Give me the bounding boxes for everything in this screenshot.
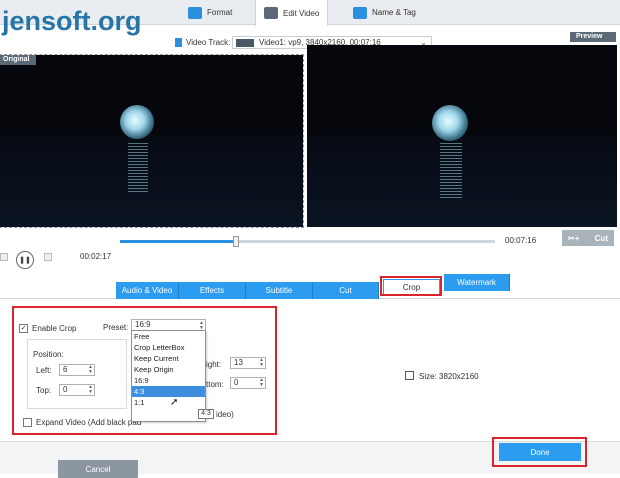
size-label: Size: bbox=[419, 372, 437, 381]
left-value: 6 bbox=[63, 365, 68, 374]
bottom-label: ttom: bbox=[206, 380, 224, 389]
moon bbox=[120, 105, 154, 139]
top-value: 0 bbox=[63, 385, 68, 394]
pause-icon: ❚❚ bbox=[19, 257, 31, 264]
enable-crop-row: ✓ Enable Crop bbox=[19, 324, 76, 333]
left-side-controls bbox=[0, 253, 8, 261]
preset-option[interactable]: 16:9 bbox=[132, 375, 205, 386]
preset-value: 16:9 bbox=[135, 320, 151, 329]
left-label: Left: bbox=[36, 366, 52, 375]
original-video-pane bbox=[0, 54, 304, 228]
cut-button-label: Cut bbox=[594, 233, 608, 243]
enable-crop-label: Enable Crop bbox=[32, 324, 77, 333]
bottom-input[interactable]: 0 ▲ ▼ bbox=[230, 377, 266, 389]
preset-option[interactable]: Keep Current bbox=[132, 353, 205, 364]
preset-label: Preset: bbox=[103, 323, 129, 332]
moon bbox=[432, 105, 468, 141]
preset-option-selected[interactable]: 4:3 bbox=[132, 386, 205, 397]
spinner-icon[interactable]: ▲ ▼ bbox=[88, 385, 93, 395]
tab-name-tag-label: Name & Tag bbox=[372, 8, 416, 17]
video-track-row: Video Track: bbox=[175, 38, 230, 47]
expand-video-row: Expand Video (Add black pad bbox=[23, 418, 141, 427]
total-time: 00:07:16 bbox=[505, 236, 537, 245]
crop-tab-highlight bbox=[380, 276, 442, 296]
tab-cut[interactable]: Cut bbox=[313, 282, 379, 299]
preset-option[interactable]: 1:1 bbox=[132, 397, 205, 408]
spinner-icon[interactable]: ▲ ▼ bbox=[259, 358, 264, 368]
sea-surface bbox=[0, 135, 303, 227]
preset-option[interactable]: Free bbox=[132, 331, 205, 342]
bottom-value: 0 bbox=[234, 378, 239, 387]
moon-reflection bbox=[440, 143, 462, 198]
height-input[interactable]: 13 ▲ ▼ bbox=[230, 357, 266, 369]
seek-handle[interactable] bbox=[233, 236, 240, 247]
preview-label: Preview bbox=[570, 32, 616, 42]
tab-audio-video[interactable]: Audio & Video bbox=[116, 282, 179, 299]
resize-icon bbox=[405, 371, 414, 380]
expand-video-label-tail: ideo) bbox=[216, 410, 234, 419]
format-icon bbox=[188, 6, 202, 19]
pause-button[interactable]: ❚❚ bbox=[16, 251, 34, 269]
tab-edit-video-label: Edit Video bbox=[283, 8, 320, 18]
top-input[interactable]: 0 ▲ ▼ bbox=[59, 384, 95, 396]
watermark-logo: jensoft.org bbox=[2, 6, 142, 36]
side-icon-right bbox=[44, 253, 52, 261]
cut-button[interactable]: ✂+ Cut bbox=[562, 230, 614, 246]
cancel-button[interactable]: Cancel bbox=[58, 460, 138, 478]
spinner-icon[interactable]: ▲ ▼ bbox=[259, 378, 264, 388]
left-input[interactable]: 6 ▲ ▼ bbox=[59, 364, 95, 376]
position-label: Position: bbox=[33, 350, 64, 359]
preset-dropdown-list: Free Crop LetterBox Keep Current Keep Or… bbox=[131, 330, 206, 422]
tab-edit-video[interactable]: Edit Video bbox=[255, 0, 329, 26]
height-value: 13 bbox=[234, 358, 243, 367]
top-label: Top: bbox=[36, 386, 52, 395]
preset-option[interactable]: Crop LetterBox bbox=[132, 342, 205, 353]
frame-back-icon[interactable] bbox=[0, 253, 8, 261]
tab-name-tag[interactable]: Name & Tag bbox=[345, 0, 424, 25]
option-tooltip: 4:3 bbox=[198, 409, 214, 419]
expand-video-label: Expand Video (Add black pad bbox=[36, 418, 142, 427]
seek-progress bbox=[120, 240, 237, 243]
video-track-icon bbox=[175, 38, 182, 47]
name-tag-icon bbox=[353, 6, 367, 19]
scissors-icon: ✂+ bbox=[568, 233, 580, 243]
spinner-icon[interactable]: ▲ ▼ bbox=[88, 365, 93, 375]
edit-video-icon bbox=[264, 7, 278, 19]
track-thumbnail bbox=[236, 39, 254, 47]
moon-reflection bbox=[128, 143, 148, 193]
height-label: ight: bbox=[206, 360, 222, 369]
current-time: 00:02:17 bbox=[80, 252, 112, 261]
expand-video-checkbox[interactable] bbox=[23, 418, 32, 427]
mouse-cursor-icon: ➚ bbox=[170, 397, 179, 408]
preset-option[interactable]: Keep Origin bbox=[132, 364, 205, 375]
tab-effects[interactable]: Effects bbox=[179, 282, 246, 299]
tab-format[interactable]: Format bbox=[180, 0, 240, 25]
original-label: Original bbox=[0, 55, 36, 65]
tab-format-label: Format bbox=[207, 8, 233, 17]
preview-video-pane bbox=[307, 45, 617, 227]
size-value: 3820x2160 bbox=[439, 372, 479, 381]
sea-surface bbox=[307, 135, 617, 227]
frame-forward-icon[interactable] bbox=[44, 253, 52, 261]
tab-watermark[interactable]: Watermark bbox=[444, 274, 510, 291]
enable-crop-checkbox[interactable]: ✓ bbox=[19, 324, 28, 333]
tab-subtitle[interactable]: Subtitle bbox=[246, 282, 313, 299]
video-track-label: Video Track: bbox=[186, 38, 231, 47]
done-button[interactable]: Done bbox=[499, 443, 581, 461]
